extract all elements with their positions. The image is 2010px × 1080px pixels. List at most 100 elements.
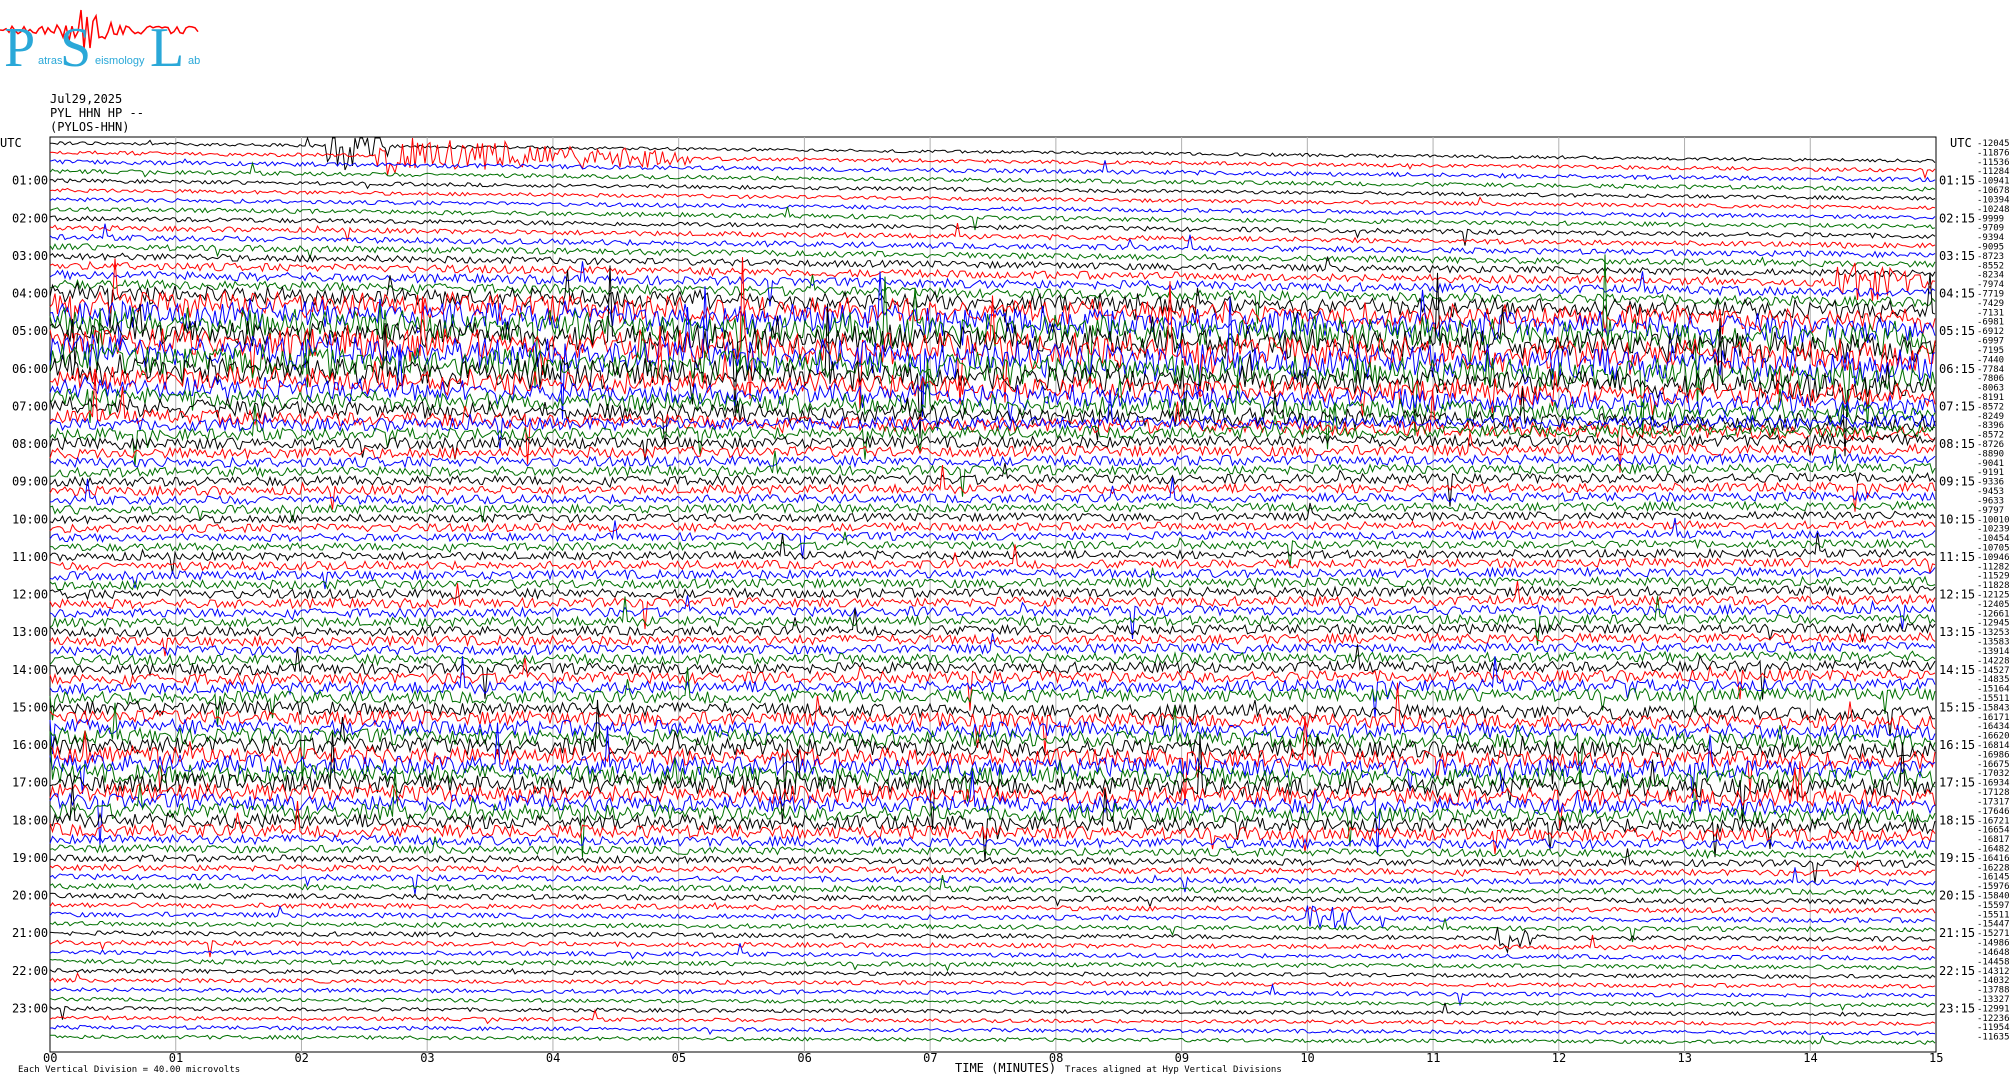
right-hour-label-19: 20:15	[1939, 889, 1975, 903]
x-tick-label-04: 04	[546, 1051, 560, 1065]
trace-line-85	[49, 934, 1936, 958]
right-hour-label-4: 05:15	[1939, 324, 1975, 338]
trace-line-92	[49, 1002, 1936, 1020]
right-hour-label-0: 01:15	[1939, 174, 1975, 188]
right-trace-values: -12045-11876-11536-11284-10941-10678-103…	[1977, 139, 2010, 1043]
trace-line-12	[49, 252, 1936, 278]
left-hour-label-22: 23:00	[12, 1001, 48, 1015]
left-hour-label-21: 22:00	[12, 964, 48, 978]
right-hour-label-18: 19:15	[1939, 851, 1975, 865]
trace-line-87	[49, 958, 1936, 972]
left-hour-label-2: 03:00	[12, 249, 48, 263]
right-hour-label-10: 11:15	[1939, 550, 1975, 564]
right-hour-label-17: 18:15	[1939, 813, 1975, 827]
right-hour-label-7: 08:15	[1939, 437, 1975, 451]
trace-line-55	[49, 650, 1936, 667]
right-hour-label-9: 10:15	[1939, 512, 1975, 526]
right-hour-label-16: 17:15	[1939, 776, 1975, 790]
footer-division: Each Vertical Division = 40.00 microvolt…	[18, 1065, 240, 1075]
trace-line-81	[49, 901, 1936, 914]
right-hour-label-13: 14:15	[1939, 663, 1975, 677]
right-hour-label-8: 09:15	[1939, 475, 1975, 489]
x-axis-title: TIME (MINUTES)	[955, 1061, 1056, 1075]
x-tick-label-07: 07	[923, 1051, 937, 1065]
trace-line-52	[49, 608, 1936, 642]
x-tick-label-10: 10	[1300, 1051, 1314, 1065]
trace-line-4	[49, 178, 1936, 201]
left-hour-label-1: 02:00	[12, 211, 48, 225]
trace-line-89	[49, 972, 1936, 989]
trace-line-47	[49, 567, 1936, 591]
x-tick-label-05: 05	[672, 1051, 686, 1065]
x-tick-label-06: 06	[797, 1051, 811, 1065]
trace-line-91	[49, 996, 1936, 1012]
x-tick-label-01: 01	[169, 1051, 183, 1065]
trace-line-41	[49, 519, 1936, 534]
right-hour-label-15: 16:15	[1939, 738, 1975, 752]
right-hour-label-14: 15:15	[1939, 700, 1975, 714]
left-hour-label-15: 16:00	[12, 738, 48, 752]
x-tick-label-15: 15	[1929, 1051, 1943, 1065]
right-hour-label-1: 02:15	[1939, 211, 1975, 225]
x-tick-label-03: 03	[420, 1051, 434, 1065]
x-tick-label-02: 02	[294, 1051, 308, 1065]
footer-note: Traces aligned at Hyp Vertical Divisions	[1065, 1065, 1282, 1075]
left-hour-label-4: 05:00	[12, 324, 48, 338]
x-tick-label-14: 14	[1803, 1051, 1817, 1065]
right-hour-label-21: 22:15	[1939, 964, 1975, 978]
trace-line-68	[49, 732, 1936, 830]
trace-line-8	[49, 215, 1936, 246]
left-hour-label-12: 13:00	[12, 625, 48, 639]
left-hour-label-3: 04:00	[12, 287, 48, 301]
left-axis-title: UTC	[0, 136, 22, 150]
x-tick-label-00: 00	[43, 1051, 57, 1065]
trace-line-84	[49, 926, 1936, 954]
trace-line-74	[49, 833, 1936, 851]
right-axis-title: UTC	[1950, 136, 1972, 150]
left-hour-label-9: 10:00	[12, 512, 48, 526]
trace-line-79	[49, 874, 1936, 896]
trace-line-95	[50, 1034, 1936, 1046]
seismic-traces	[49, 136, 1936, 1046]
right-hour-label-3: 04:15	[1939, 287, 1975, 301]
left-hour-label-5: 06:00	[12, 362, 48, 376]
left-hour-label-16: 17:00	[12, 776, 48, 790]
seismogram-chart: 01:00 02:00 03:00 04:00 05:00 06:00 07:00 08:00…	[0, 136, 2010, 1075]
x-tick-label-12: 12	[1552, 1051, 1566, 1065]
trace-line-80	[49, 892, 1936, 909]
trace-line-94	[49, 1024, 1936, 1036]
x-tick-label-13: 13	[1678, 1051, 1692, 1065]
left-hour-label-7: 08:00	[12, 437, 48, 451]
x-tick-label-11: 11	[1426, 1051, 1440, 1065]
x-tick-label-09: 09	[1175, 1051, 1189, 1065]
right-hour-label-22: 23:15	[1939, 1001, 1975, 1015]
trace-line-90	[49, 982, 1936, 1006]
right-hour-label-12: 13:15	[1939, 625, 1975, 639]
right-hour-label-5: 06:15	[1939, 362, 1975, 376]
right-hour-labels: 01:15 02:15 03:15 04:15 05:15 06:15 07:15 08:15…	[1939, 174, 1975, 1016]
left-hour-label-0: 01:00	[12, 174, 48, 188]
trace-line-49	[49, 580, 1936, 630]
trace-line-45	[49, 544, 1936, 574]
right-hour-label-2: 03:15	[1939, 249, 1975, 263]
right-hour-label-20: 21:15	[1939, 926, 1975, 940]
trace-line-83	[49, 918, 1936, 943]
right-hour-label-11: 12:15	[1939, 588, 1975, 602]
left-hour-label-8: 09:00	[12, 475, 48, 489]
left-hour-label-13: 14:00	[12, 663, 48, 677]
trace-line-86	[49, 943, 1936, 961]
trace-line-76	[49, 848, 1936, 883]
trace-line-36	[49, 462, 1936, 507]
left-hour-label-18: 19:00	[12, 851, 48, 865]
trace-line-54	[49, 633, 1936, 657]
right-hour-label-6: 07:15	[1939, 399, 1975, 413]
trace-line-2	[49, 158, 1936, 183]
trace-line-3	[49, 161, 1936, 192]
left-hour-label-20: 21:00	[12, 926, 48, 940]
trace-line-11	[49, 243, 1936, 268]
left-hour-label-10: 11:00	[12, 550, 48, 564]
left-hour-labels: 01:00 02:00 03:00 04:00 05:00 06:00 07:00 08:00…	[12, 174, 48, 1016]
trace-line-5	[49, 187, 1936, 210]
left-hour-label-14: 15:00	[12, 700, 48, 714]
left-hour-label-6: 07:00	[12, 399, 48, 413]
